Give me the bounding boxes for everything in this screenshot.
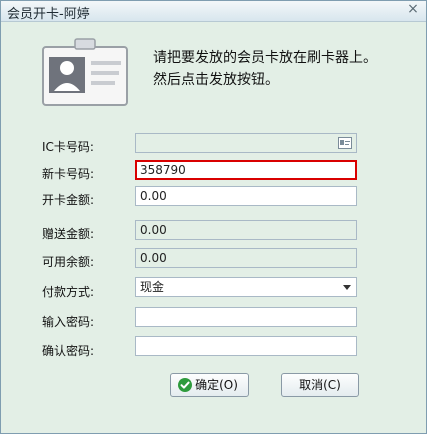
confirm-password-input[interactable] xyxy=(135,336,357,356)
card-reader-icon[interactable] xyxy=(338,137,352,149)
new-card-input[interactable]: 358790 xyxy=(135,160,357,180)
confirm-password-label: 确认密码: xyxy=(42,344,95,358)
available-balance-field: 0.00 xyxy=(135,248,357,268)
available-balance-label: 可用余额: xyxy=(42,255,95,269)
gift-amount-label: 赠送金额: xyxy=(42,227,95,241)
new-card-label: 新卡号码: xyxy=(42,167,95,181)
check-icon xyxy=(178,378,192,392)
new-card-value: 358790 xyxy=(140,163,186,177)
instruction-line-1: 请把要发放的会员卡放在刷卡器上。 xyxy=(153,50,377,66)
window-title: 会员开卡-阿婷 xyxy=(7,7,90,22)
id-card-icon xyxy=(42,38,128,106)
gift-amount-value: 0.00 xyxy=(140,223,167,237)
cancel-button[interactable]: 取消(C) xyxy=(281,373,359,397)
payment-method-value: 现金 xyxy=(140,280,165,294)
close-icon[interactable]: × xyxy=(406,2,420,16)
payment-method-select[interactable]: 现金 xyxy=(135,277,357,297)
cancel-button-label: 取消(C) xyxy=(299,378,341,392)
open-amount-label: 开卡金额: xyxy=(42,193,95,207)
password-label: 输入密码: xyxy=(42,315,95,329)
chevron-down-icon[interactable] xyxy=(343,285,351,290)
title-bar: 会员开卡-阿婷 × xyxy=(1,1,426,22)
gift-amount-field: 0.00 xyxy=(135,220,357,240)
ic-card-field[interactable] xyxy=(135,133,357,153)
confirm-button-label: 确定(O) xyxy=(195,378,238,392)
password-input[interactable] xyxy=(135,307,357,327)
payment-method-label: 付款方式: xyxy=(42,285,95,299)
member-card-dialog: 会员开卡-阿婷 × 请把要发放的会员卡放在刷卡器上。 然后点击发放按钮。 IC卡… xyxy=(0,0,427,434)
confirm-button[interactable]: 确定(O) xyxy=(170,373,249,397)
instruction-line-2: 然后点击发放按钮。 xyxy=(153,72,279,88)
ic-card-label: IC卡号码: xyxy=(42,140,94,154)
available-balance-value: 0.00 xyxy=(140,251,167,265)
instruction-text: 请把要发放的会员卡放在刷卡器上。 然后点击发放按钮。 xyxy=(153,47,377,91)
open-amount-value: 0.00 xyxy=(140,189,167,203)
open-amount-input[interactable]: 0.00 xyxy=(135,186,357,206)
